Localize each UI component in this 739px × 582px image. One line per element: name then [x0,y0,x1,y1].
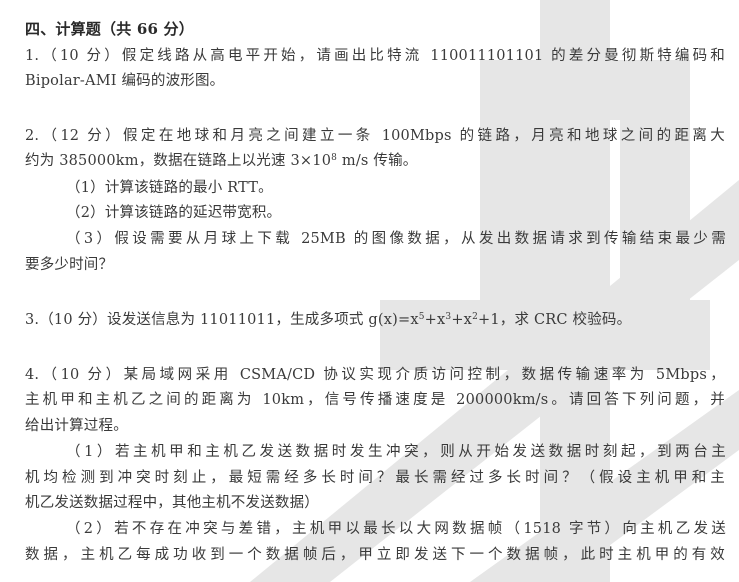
q4-sub2-line1: （2）若不存在冲突与差错，主机甲以最长以大网数据帧（1518 字节）向主机乙发送 [66,521,726,537]
q4-sub1-line2: 机均检测到冲突时刻止，最短需经多长时间？最长需经过多长时间？（假设主机甲和主 [25,470,725,486]
exam-page: 四、计算题（共 66 分） 1.（10 分）假定线路从高电平开始，请画出比特流 … [0,0,739,582]
q2-sub1: （1）计算该链路的最小 RTT。 [66,180,273,196]
q2-speed-text: 约为 385000km，数据在链路上以光速 3×10 [25,153,332,169]
q4-sub1-line1: （1）若主机甲和主机乙发送数据时发生冲突，则从开始发送数据时刻起，到两台主 [66,444,726,460]
q4-sub2-line2: 数据，主机乙每成功收到一个数据帧后，甲立即发送下一个数据帧，此时主机甲的有效 [25,547,725,563]
q2-sub2: （2）计算该链路的延迟带宽积。 [66,205,282,221]
q4-text-line2: 主机甲和主机乙之间的距离为 10km，信号传播速度是 200000km/s。请回… [25,392,725,408]
q2-sub3-line1: （3）假设需要从月球上下载 25MB 的图像数据，从发出数据请求到传输结束最少需 [66,231,726,247]
q3-term2: +x [451,312,473,328]
q3-text: 3.（10 分）设发送信息为 11011011，生成多项式 g(x)=x5+x3… [25,309,725,331]
q3-text-start: 3.（10 分）设发送信息为 11011011，生成多项式 g(x)=x [25,312,419,328]
section-heading: 四、计算题（共 66 分） [25,20,194,38]
q2-text-line1: 2.（12 分）假定在地球和月亮之间建立一条 100Mbps 的链路，月亮和地球… [25,128,725,144]
q1-text-line2: Bipolar-AMI 编码的波形图。 [25,73,225,89]
q1-text-line1: 1.（10 分）假定线路从高电平开始，请画出比特流 110011101101 的… [25,48,725,64]
q2-sub3-line2: 要多少时间？ [25,257,114,273]
q2-text-line2: 约为 385000km，数据在链路上以光速 3×108 m/s 传输。 [25,150,725,172]
q2-speed-unit: m/s 传输。 [337,153,418,169]
q3-term1: +x [424,312,446,328]
q3-text-end: +1，求 CRC 校验码。 [478,312,632,328]
q4-sub1-line3: 机乙发送数据过程中，其他主机不发送数据） [25,495,319,511]
q4-text-line1: 4.（10 分）某局域网采用 CSMA/CD 协议实现介质访问控制，数据传输速率… [25,367,725,383]
q4-text-line3: 给出计算过程。 [25,418,128,434]
